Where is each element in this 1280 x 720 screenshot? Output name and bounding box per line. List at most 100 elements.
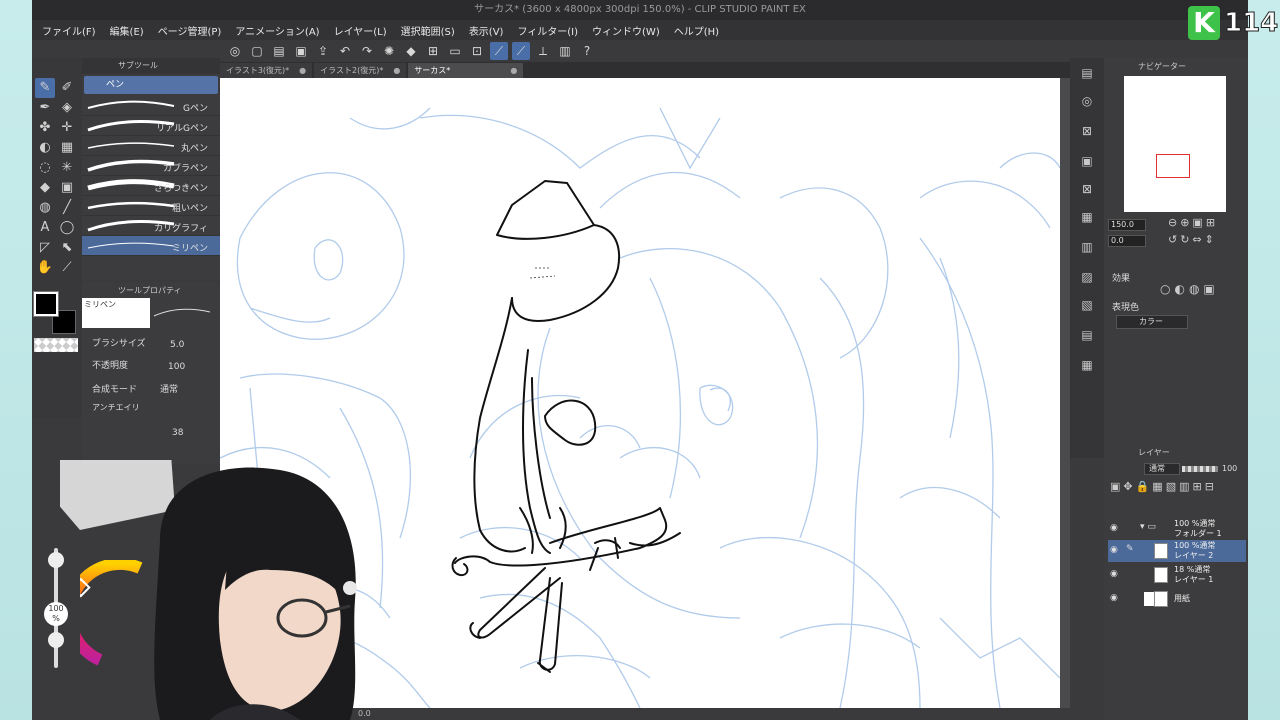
text-tool-icon[interactable]: A	[35, 218, 55, 238]
expression-color-select[interactable]: カラー	[1116, 315, 1188, 329]
layer-opacity-value[interactable]: 100	[1222, 464, 1237, 473]
hand-tool-icon[interactable]: ✋	[35, 258, 55, 278]
navigator-thumbnail[interactable]	[1124, 76, 1226, 212]
layer-row-selected[interactable]: ◉ ✎ 100 %通常 レイヤー 2	[1108, 540, 1246, 562]
menu-page[interactable]: ページ管理(P)	[158, 23, 222, 38]
pencil-tool-icon[interactable]: ✐	[57, 78, 77, 98]
fill-tool-icon[interactable]: ◆	[35, 178, 55, 198]
brush-tool-icon[interactable]: ✒	[35, 98, 55, 118]
loading-icon[interactable]: ✺	[380, 42, 398, 60]
home-icon[interactable]: ◎	[226, 42, 244, 60]
help-icon[interactable]: ?	[578, 42, 596, 60]
eyedropper2-icon[interactable]: ⟋	[57, 258, 77, 278]
close-icon[interactable]: ●	[299, 66, 306, 75]
layer-blend-select[interactable]: 通常	[1144, 463, 1180, 475]
menu-layer[interactable]: レイヤー(L)	[334, 23, 387, 38]
line-tool-icon[interactable]: ╱	[57, 198, 77, 218]
close-icon[interactable]: ●	[393, 66, 400, 75]
new-file-icon[interactable]: ▢	[248, 42, 266, 60]
menu-help[interactable]: ヘルプ(H)	[674, 23, 719, 38]
material-icon[interactable]: ▤	[1078, 64, 1096, 82]
capture-icon[interactable]: ▣	[1078, 152, 1096, 170]
subtool-item-label: カリグラフィ	[154, 224, 208, 234]
history-icon[interactable]: ▨	[1078, 268, 1096, 286]
menu-edit[interactable]: 編集(E)	[110, 23, 144, 38]
layer-tools-icon[interactable]: ▣✥🔒▦▧▥⊞⊟	[1110, 480, 1217, 493]
eraser-tool-icon[interactable]: ◈	[57, 98, 77, 118]
tab-illust2[interactable]: イラスト2(復元)* ●	[314, 63, 407, 78]
object-tool-icon[interactable]: ⬉	[57, 238, 77, 258]
menu-selection[interactable]: 選択範囲(S)	[401, 23, 455, 38]
export-icon[interactable]: ⇪	[314, 42, 332, 60]
extra-value[interactable]: 38	[172, 428, 183, 438]
close-icon[interactable]: ●	[510, 66, 517, 75]
zoom-input[interactable]: 150.0	[1108, 219, 1146, 231]
rotate-controls-icon[interactable]: ↺↻⇔⇕	[1168, 233, 1217, 246]
subtool-item[interactable]: カブラペン	[82, 156, 220, 176]
crop-icon[interactable]: ⊡	[468, 42, 486, 60]
balloon-tool-icon[interactable]: ◯	[57, 218, 77, 238]
brush-size-value[interactable]: 5.0	[170, 340, 184, 350]
subtool-item[interactable]: カリグラフィ	[82, 216, 220, 236]
deselect-icon[interactable]: ▭	[446, 42, 464, 60]
stabilizer-icon[interactable]: ⟋	[490, 42, 508, 60]
menu-file[interactable]: ファイル(F)	[42, 23, 96, 38]
search-icon[interactable]: ◎	[1078, 92, 1096, 110]
menu-window[interactable]: ウィンドウ(W)	[592, 23, 660, 38]
fill-icon[interactable]: ◆	[402, 42, 420, 60]
layer-row-paper[interactable]: ◉ 用紙	[1108, 588, 1246, 610]
menu-animation[interactable]: アニメーション(A)	[235, 23, 319, 38]
settings-icon[interactable]: ▥	[556, 42, 574, 60]
move-tool-icon[interactable]: ✛	[57, 118, 77, 138]
redo-icon[interactable]: ↷	[358, 42, 376, 60]
close-panel-icon[interactable]: ⊠	[1078, 122, 1096, 140]
save-icon[interactable]: ▣	[292, 42, 310, 60]
snap-icon[interactable]: ⟋	[512, 42, 530, 60]
blend-mode-select[interactable]: 通常	[160, 382, 178, 395]
opacity-value[interactable]: 100	[168, 362, 185, 372]
decoration-tool-icon[interactable]: ✤	[35, 118, 55, 138]
subtool-item-selected[interactable]: ミリペン	[82, 236, 220, 256]
ruler-icon[interactable]: ⟂	[534, 42, 552, 60]
close-panel-icon[interactable]: ⊠	[1078, 180, 1096, 198]
menu-filter[interactable]: フィルター(I)	[517, 23, 578, 38]
undo-icon[interactable]: ↶	[336, 42, 354, 60]
grid-icon[interactable]: ▦	[1078, 208, 1096, 226]
rotate-input[interactable]: 0.0	[1108, 235, 1146, 247]
subtool-item[interactable]: リアルGペン	[82, 116, 220, 136]
magic-wand-icon[interactable]: ✳	[57, 158, 77, 178]
subtool-item[interactable]: ざらつきペン	[82, 176, 220, 196]
navigator-viewport-rect[interactable]	[1156, 154, 1190, 178]
tab-circus[interactable]: サーカス* ●	[408, 63, 524, 78]
effect-buttons-icon[interactable]: ○◐◍▣	[1160, 282, 1219, 296]
eyedropper-tool-icon[interactable]: ◍	[35, 198, 55, 218]
subtool-item[interactable]: Gペン	[82, 96, 220, 116]
frame-tool-icon[interactable]: ▦	[57, 138, 77, 158]
eye-icon[interactable]: ◉	[1110, 569, 1118, 579]
eye-icon[interactable]: ◉	[1110, 523, 1118, 533]
eye-icon[interactable]: ◉	[1110, 593, 1118, 603]
tab-illust3[interactable]: イラスト3(復元)* ●	[220, 63, 313, 78]
subtool-group-pen[interactable]: ペン	[84, 76, 218, 94]
pages-icon[interactable]: ▦	[1078, 356, 1096, 374]
layer-opacity-slider[interactable]	[1182, 466, 1218, 472]
image-icon[interactable]: ▧	[1078, 296, 1096, 314]
eye-icon[interactable]: ◉	[1110, 545, 1118, 555]
zoom-controls-icon[interactable]: ⊖⊕▣⊞	[1168, 216, 1218, 229]
blend-tool-icon[interactable]: ◐	[35, 138, 55, 158]
layer-row-folder[interactable]: ◉ ▾ ▭ 100 %通常 フォルダー 1	[1108, 518, 1246, 540]
pen-tool-icon[interactable]: ✎	[35, 78, 55, 98]
gradient-tool-icon[interactable]: ▣	[57, 178, 77, 198]
transparent-color-swatch[interactable]	[34, 338, 78, 352]
lasso-tool-icon[interactable]: ◌	[35, 158, 55, 178]
transform-icon[interactable]: ⊞	[424, 42, 442, 60]
open-file-icon[interactable]: ▤	[270, 42, 288, 60]
layer-props-icon[interactable]: ▥	[1078, 238, 1096, 256]
menu-view[interactable]: 表示(V)	[469, 23, 504, 38]
vector-tool-icon[interactable]: ◸	[35, 238, 55, 258]
subtool-item[interactable]: 丸ペン	[82, 136, 220, 156]
main-color-swatch[interactable]	[33, 291, 59, 317]
subtool-item[interactable]: 粗いペン	[82, 196, 220, 216]
layer-row[interactable]: ◉ 18 %通常 レイヤー 1	[1108, 564, 1246, 586]
list-icon[interactable]: ▤	[1078, 326, 1096, 344]
